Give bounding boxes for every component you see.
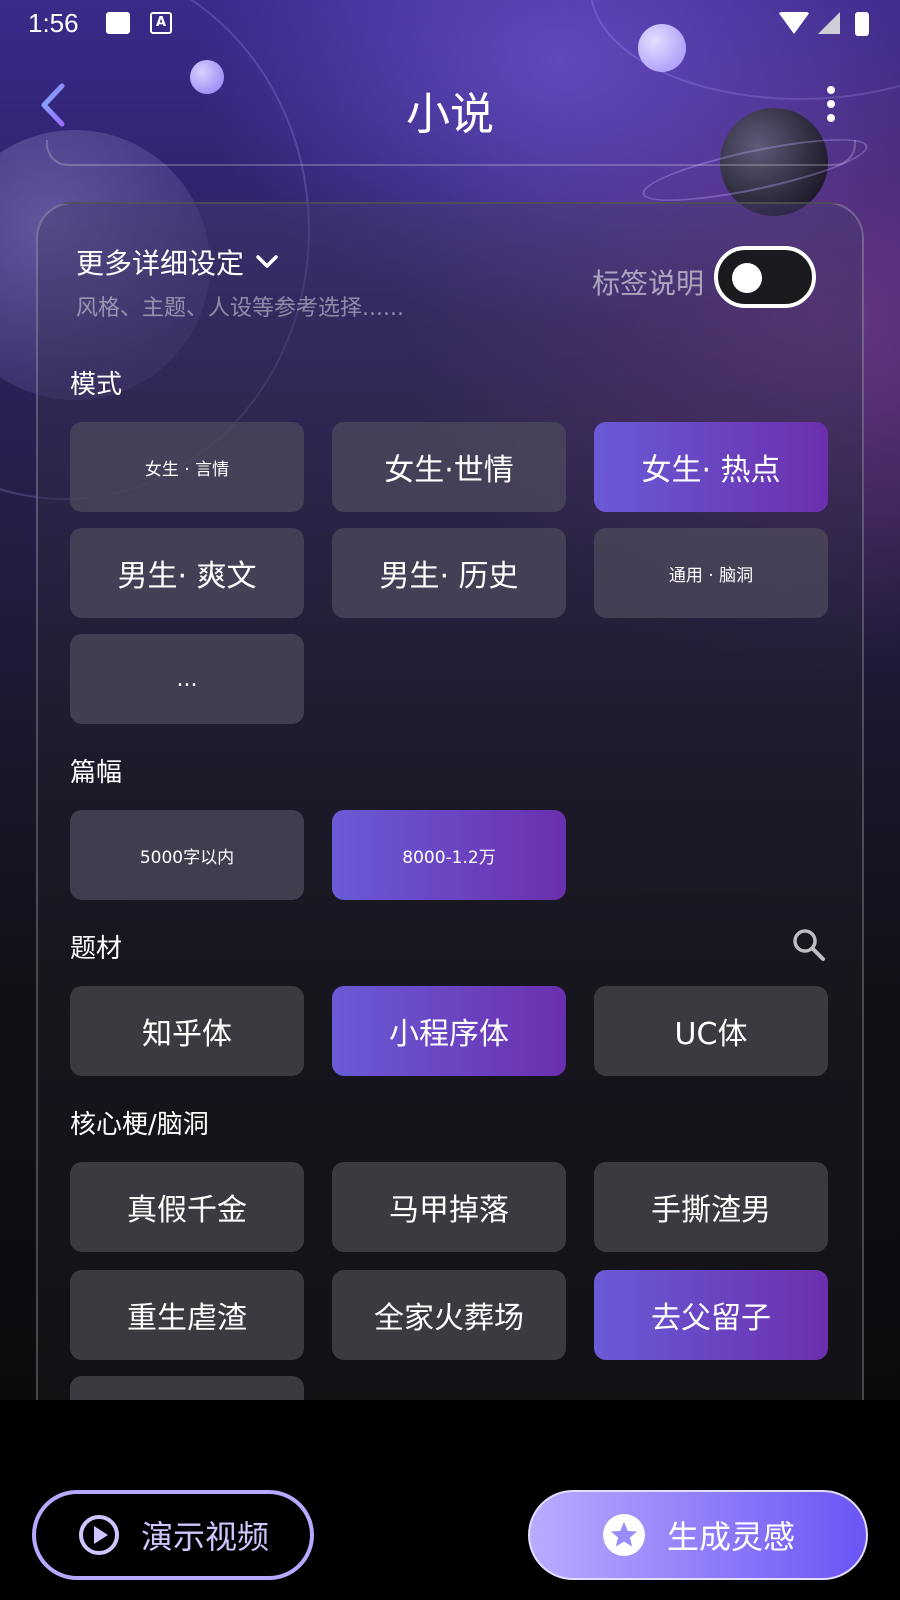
play-circle-icon bbox=[78, 1515, 119, 1555]
section-title-mode: 模式 bbox=[70, 370, 123, 400]
section-title-core: 核心梗/脑洞 bbox=[70, 1110, 209, 1140]
chip-core-rebirth-revenge[interactable]: 重生虐渣 bbox=[70, 1270, 304, 1360]
battery-icon bbox=[855, 12, 869, 36]
wifi-icon bbox=[778, 12, 810, 34]
more-settings-label: 更多详细设定 bbox=[76, 247, 245, 280]
section-title-topic: 题材 bbox=[70, 934, 123, 964]
status-bar: 1:56 A bbox=[0, 0, 900, 48]
chip-mode-more[interactable]: ... bbox=[70, 634, 304, 724]
status-time: 1:56 bbox=[28, 8, 79, 38]
chip-mode-male-cool[interactable]: 男生· 爽文 bbox=[70, 528, 304, 618]
demo-video-button[interactable]: 演示视频 bbox=[32, 1490, 314, 1580]
image-notification-icon bbox=[106, 12, 130, 34]
more-options-button[interactable] bbox=[816, 84, 846, 124]
generate-inspiration-button[interactable]: 生成灵感 bbox=[528, 1490, 868, 1580]
section-title-length: 篇幅 bbox=[70, 758, 123, 788]
chip-core-family-regret[interactable]: 全家火葬场 bbox=[332, 1270, 566, 1360]
chip-core-tear-scumbag[interactable]: 手撕渣男 bbox=[594, 1162, 828, 1252]
chip-partially-visible[interactable] bbox=[70, 1376, 304, 1400]
toggle-knob bbox=[732, 263, 762, 293]
page-title: 小说 bbox=[406, 89, 494, 140]
demo-video-label: 演示视频 bbox=[140, 1518, 269, 1556]
chip-length-under-5000[interactable]: 5000字以内 bbox=[70, 810, 304, 900]
more-dot-icon bbox=[827, 100, 835, 108]
chip-mode-general-brainstorm[interactable]: 通用 · 脑洞 bbox=[594, 528, 828, 618]
search-button[interactable] bbox=[792, 928, 826, 962]
chip-topic-miniprogram[interactable]: 小程序体 bbox=[332, 986, 566, 1076]
text-notification-icon: A bbox=[150, 12, 172, 34]
chip-mode-female-society[interactable]: 女生·世情 bbox=[332, 422, 566, 512]
chip-length-8000-12000[interactable]: 8000-1.2万 bbox=[332, 810, 566, 900]
chip-mode-female-romance[interactable]: 女生 · 言情 bbox=[70, 422, 304, 512]
chip-mode-male-history[interactable]: 男生· 历史 bbox=[332, 528, 566, 618]
settings-subtitle: 风格、主题、人设等参考选择...... bbox=[76, 296, 404, 321]
signal-icon bbox=[818, 12, 840, 34]
chip-mode-female-hot[interactable]: 女生· 热点 bbox=[594, 422, 828, 512]
search-icon bbox=[793, 929, 825, 961]
chevron-down-icon bbox=[256, 255, 278, 268]
chip-core-fake-heiress[interactable]: 真假千金 bbox=[70, 1162, 304, 1252]
generate-inspiration-label: 生成灵感 bbox=[666, 1518, 795, 1556]
chip-topic-uc[interactable]: UC体 bbox=[594, 986, 828, 1076]
chip-core-keep-child[interactable]: 去父留子 bbox=[594, 1270, 828, 1360]
more-settings-expander[interactable]: 更多详细设定 bbox=[76, 242, 280, 282]
chip-core-identity-reveal[interactable]: 马甲掉落 bbox=[332, 1162, 566, 1252]
chip-topic-zhihu[interactable]: 知乎体 bbox=[70, 986, 304, 1076]
previous-card-edge bbox=[46, 140, 856, 166]
tag-note-toggle[interactable] bbox=[714, 246, 816, 308]
more-dot-icon bbox=[827, 86, 835, 94]
tag-note-label: 标签说明 bbox=[592, 267, 705, 300]
more-dot-icon bbox=[827, 114, 835, 122]
star-badge-icon bbox=[602, 1514, 645, 1556]
